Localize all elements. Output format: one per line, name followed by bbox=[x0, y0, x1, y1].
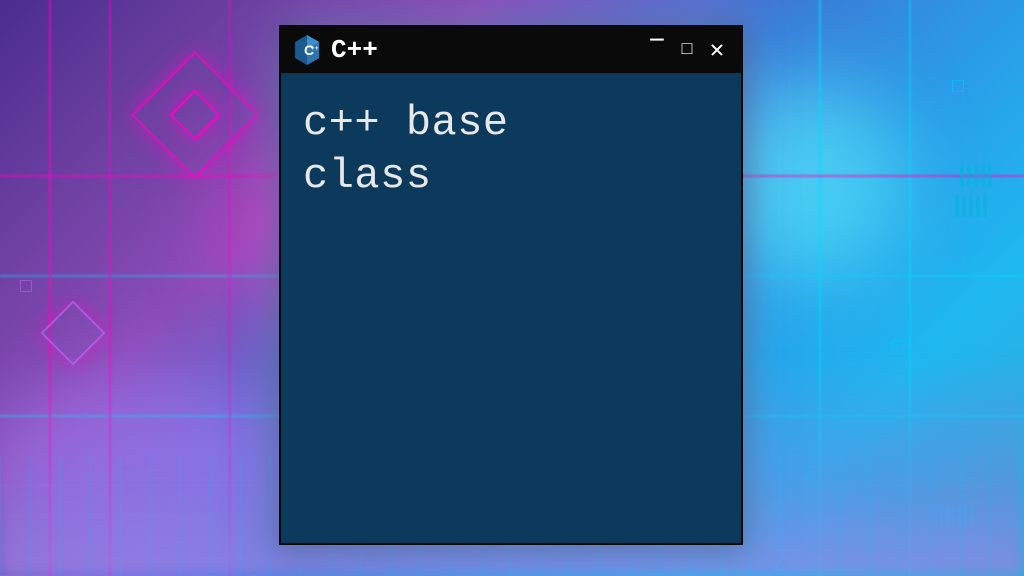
maximize-button[interactable]: □ bbox=[675, 38, 699, 62]
close-button[interactable]: ✕ bbox=[705, 38, 729, 62]
circuit-node bbox=[892, 340, 904, 352]
window-controls: − □ ✕ bbox=[645, 38, 729, 62]
content-line: c++ base bbox=[303, 97, 719, 150]
terminal-window: C + + C++ − □ ✕ c++ base class bbox=[279, 25, 743, 545]
cpp-logo-icon: C + + bbox=[293, 34, 321, 66]
window-title: C++ bbox=[331, 35, 635, 65]
titlebar[interactable]: C + + C++ − □ ✕ bbox=[281, 27, 741, 73]
circuit-node bbox=[952, 80, 964, 92]
circuit-chip bbox=[955, 195, 989, 217]
circuit-chip bbox=[960, 165, 994, 187]
terminal-content: c++ base class bbox=[281, 73, 741, 226]
circuit-node bbox=[20, 280, 32, 292]
svg-text:+: + bbox=[315, 46, 319, 52]
minimize-button[interactable]: − bbox=[645, 38, 669, 62]
content-line: class bbox=[303, 150, 719, 203]
